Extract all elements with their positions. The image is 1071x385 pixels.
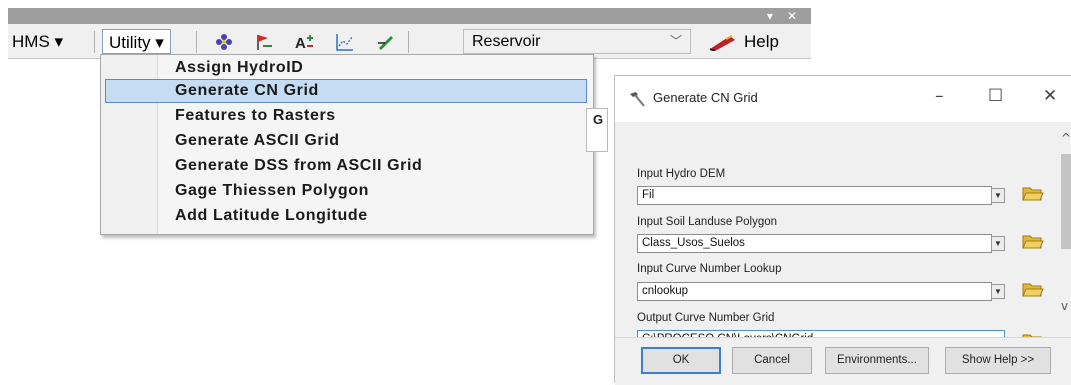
menu-item-generate-ascii-grid[interactable]: Generate ASCII Grid (175, 130, 340, 152)
menu-item-generate-cn-grid[interactable]: Generate CN Grid (175, 80, 319, 102)
svg-text:A: A (295, 35, 306, 52)
dialog-minimize-button[interactable]: – (935, 86, 944, 106)
menu-item-assign-hydroid[interactable]: Assign HydroID (175, 57, 303, 79)
folder-open-icon[interactable] (1022, 232, 1044, 250)
toolbar-titlebar: ▾ ✕ (8, 8, 811, 24)
input-hydro-dem-dropdown[interactable]: ▼ (991, 188, 1005, 203)
menu-hms[interactable]: HMS ▾ (12, 32, 63, 52)
scroll-up-icon[interactable]: ^ (1061, 131, 1071, 145)
field-label-cn-lookup: Input Curve Number Lookup (637, 263, 782, 275)
folder-open-icon[interactable] (1022, 184, 1044, 202)
input-hydro-dem-field[interactable]: Fil (637, 186, 992, 205)
field-label-input-hydro-dem: Input Hydro DEM (637, 168, 726, 180)
menu-utility[interactable]: Utility ▾ (102, 29, 171, 54)
menu-item-gage-thiessen-polygon[interactable]: Gage Thiessen Polygon (175, 180, 369, 202)
flag-pin-icon[interactable] (254, 32, 274, 52)
toolbar-window-buttons: ▾ ✕ (767, 8, 797, 24)
menu-item-features-to-rasters[interactable]: Features to Rasters (175, 105, 336, 127)
dialog-close-button[interactable]: ✕ (1043, 86, 1057, 106)
cancel-button[interactable]: Cancel (732, 347, 812, 374)
scroll-down-icon[interactable]: v (1061, 299, 1068, 313)
help-button[interactable]: Help (708, 32, 779, 52)
input-cn-lookup-field[interactable]: cnlookup (637, 282, 992, 301)
toolbar-separator (94, 31, 95, 53)
help-label: Help (744, 32, 779, 51)
text-plus-icon[interactable]: A (294, 32, 314, 52)
chevron-down-icon: ﹀ (669, 34, 682, 48)
folder-open-icon[interactable] (1022, 280, 1044, 298)
hammer-icon (630, 92, 645, 107)
show-help-button[interactable]: Show Help >> (945, 347, 1051, 374)
toolbar-separator (408, 31, 409, 53)
reservoir-select[interactable]: Reservoir ﹀ (463, 29, 691, 54)
toolbar-close-button[interactable]: ✕ (787, 9, 797, 23)
ok-button[interactable]: OK (641, 347, 721, 374)
scrollbar-thumb[interactable] (1061, 154, 1071, 249)
dialog-title: Generate CN Grid (653, 90, 758, 105)
utility-dropdown-menu: Assign HydroID Generate CN Grid Features… (100, 54, 594, 235)
menu-item-add-latitude-longitude[interactable]: Add Latitude Longitude (175, 205, 368, 227)
menu-item-generate-dss[interactable]: Generate DSS from ASCII Grid (175, 155, 422, 177)
field-label-soil-landuse: Input Soil Landuse Polygon (637, 216, 778, 228)
toolbar-dropdown-button[interactable]: ▾ (767, 9, 773, 23)
input-cn-lookup-dropdown[interactable]: ▼ (991, 284, 1005, 299)
dialog-maximize-button[interactable]: ☐ (988, 86, 1003, 106)
grid-chart-icon[interactable] (335, 32, 355, 52)
dialog-titlebar: Generate CN Grid – ☐ ✕ (615, 76, 1071, 122)
dialog-button-bar: OK Cancel Environments... Show Help >> (615, 337, 1071, 385)
submenu-tab[interactable]: G (586, 108, 608, 152)
help-pen-icon (709, 35, 735, 51)
generate-cn-grid-dialog: Generate CN Grid – ☐ ✕ Input Hydro DEM F… (614, 75, 1071, 385)
edit-pencil-icon[interactable] (376, 32, 396, 52)
toolbar-separator (196, 31, 197, 53)
input-soil-landuse-field[interactable]: Class_Usos_Suelos (637, 234, 992, 253)
dialog-scrollbar[interactable]: ^ v (1060, 121, 1071, 339)
environments-button[interactable]: Environments... (825, 347, 929, 374)
flower-icon[interactable] (214, 32, 234, 52)
reservoir-select-value: Reservoir (472, 33, 541, 50)
input-soil-landuse-dropdown[interactable]: ▼ (991, 236, 1005, 251)
field-label-output-cn-grid: Output Curve Number Grid (637, 312, 775, 324)
